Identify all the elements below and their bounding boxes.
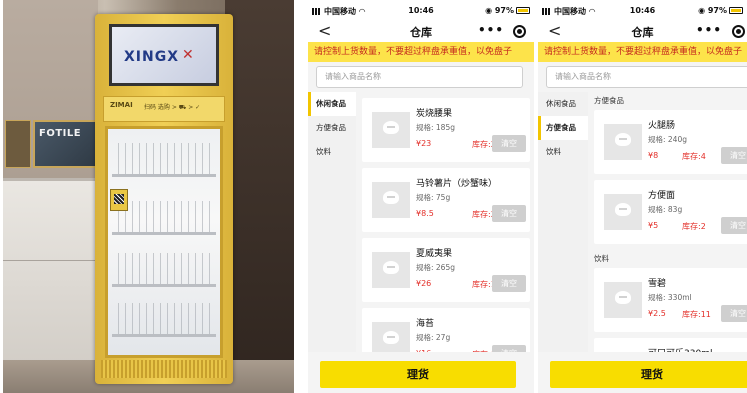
product-name: 火腿肠 [648, 121, 676, 131]
product-image-placeholder-icon [372, 252, 410, 288]
clear-button[interactable]: 清空 [721, 217, 747, 234]
phone-screen-convenience: 中国移动 ◠ 10:46 ◉ 97% < 仓库 ••• 请控制上货数量，不要超过秤… [538, 0, 747, 393]
product-card: 雪碧 规格: 330ml ¥2.5 库存:11 清空 [594, 268, 747, 332]
product-spec: 规格: 185g [416, 123, 455, 132]
fridge-band: ZIMAI 扫码 选购 > ⛟ > ✓ [103, 96, 225, 122]
category-sidebar: 休闲食品 方便食品 饮料 [308, 92, 356, 393]
product-name: 方便面 [648, 191, 676, 201]
category-sidebar: 休闲食品 方便食品 饮料 [538, 92, 588, 393]
close-target-icon[interactable] [732, 25, 745, 38]
product-name: 夏威夷果 [416, 249, 453, 259]
smart-fridge: XINGX ✕ ZIMAI 扫码 选购 > ⛟ > ✓ [95, 14, 233, 384]
product-spec: 规格: 83g [648, 205, 683, 214]
product-name: 炭烧腰果 [416, 109, 453, 119]
notice-banner: 请控制上货数量，不要超过秤盘承重值，以免盘子 [538, 42, 747, 62]
notice-banner: 请控制上货数量，不要超过秤盘承重值，以免盘子 [308, 42, 534, 62]
product-card: 火腿肠 规格: 240g ¥8 库存:4 清空 [594, 110, 747, 174]
product-image-placeholder-icon [372, 112, 410, 148]
clear-button[interactable]: 清空 [492, 275, 526, 292]
status-right: ◉ 97% [485, 6, 530, 15]
search-input[interactable]: 请输入商品名称 [546, 66, 747, 88]
nav-bar: < 仓库 ••• [538, 22, 747, 42]
product-price: ¥5 [648, 221, 659, 230]
product-image-placeholder-icon [372, 182, 410, 218]
phone-screen-snacks: 中国移动 ◠ 10:46 ◉ 97% < 仓库 ••• 请控制上货数量，不要超过秤… [308, 0, 534, 393]
section-title: 饮料 [594, 254, 609, 263]
product-price: ¥8.5 [416, 209, 434, 218]
qr-code-sticker [110, 189, 128, 211]
more-menu-button[interactable]: ••• [478, 23, 504, 37]
fridge-shelf [112, 143, 216, 177]
sidebar-item-drinks[interactable]: 饮料 [308, 140, 356, 164]
product-spec: 规格: 330ml [648, 293, 692, 302]
sidebar-item-convenience-food[interactable]: 方便食品 [308, 116, 356, 140]
fridge-screen: XINGX ✕ [109, 24, 219, 86]
close-target-icon[interactable] [513, 25, 526, 38]
product-name: 海苔 [416, 319, 435, 329]
tidy-stock-button[interactable]: 理货 [550, 361, 747, 388]
stage: FOTILE XINGX ✕ ZIMAI 扫码 选购 > ⛟ > ✓ 中国移动 … [0, 0, 747, 393]
nav-bar: < 仓库 ••• [308, 22, 534, 42]
tidy-stock-button[interactable]: 理货 [320, 361, 516, 388]
photo-counter-line [3, 260, 98, 261]
sidebar-item-drinks[interactable]: 饮料 [538, 140, 588, 164]
product-list: 炭烧腰果 规格: 185g ¥23 库存:2 清空 马铃薯片（炒蟹味） 规格: … [358, 92, 534, 393]
product-price: ¥26 [416, 279, 432, 288]
product-card: 炭烧腰果 规格: 185g ¥23 库存:2 清空 [362, 98, 530, 162]
product-stock: 库存:4 [682, 152, 706, 161]
product-price: ¥8 [648, 151, 659, 160]
plaque-text: FOTILE [39, 128, 82, 139]
battery-icon [516, 7, 530, 14]
clear-button[interactable]: 清空 [492, 135, 526, 152]
band-brand: ZIMAI [110, 101, 133, 109]
status-right: ◉ 97% [698, 6, 743, 15]
more-menu-button[interactable]: ••• [696, 23, 722, 37]
sidebar-item-convenience-food[interactable]: 方便食品 [538, 116, 588, 140]
fridge-base-vent [101, 360, 227, 378]
photo-door [225, 0, 294, 393]
product-price: ¥23 [416, 139, 432, 148]
search-input[interactable]: 请输入商品名称 [316, 66, 523, 88]
product-image-placeholder-icon [604, 194, 642, 230]
fridge-shelf [112, 253, 216, 287]
band-steps: 扫码 选购 > ⛟ > ✓ [144, 104, 201, 111]
lock-icon: ◉ [698, 6, 708, 15]
product-name: 雪碧 [648, 279, 667, 289]
product-spec: 规格: 27g [416, 333, 451, 342]
product-price: ¥2.5 [648, 309, 666, 318]
photo-plaque-small [5, 120, 31, 168]
status-bar: 中国移动 ◠ 10:46 ◉ 97% [308, 0, 534, 22]
fridge-shelf [112, 303, 216, 337]
product-list: 方便食品 火腿肠 规格: 240g ¥8 库存:4 清空 方便面 规格: 83g… [590, 92, 747, 393]
product-card: 夏威夷果 规格: 265g ¥26 库存:1 清空 [362, 238, 530, 302]
product-card: 方便面 规格: 83g ¥5 库存:2 清空 [594, 180, 747, 244]
clear-button[interactable]: 清空 [721, 147, 747, 164]
product-spec: 规格: 240g [648, 135, 687, 144]
fridge-door [105, 126, 223, 358]
photo-plaque: FOTILE [33, 120, 97, 168]
clear-button[interactable]: 清空 [721, 305, 747, 322]
product-image-placeholder-icon [604, 282, 642, 318]
lock-icon: ◉ [485, 6, 495, 15]
product-spec: 规格: 75g [416, 193, 451, 202]
screen-logo: XINGX [124, 49, 180, 65]
product-card: 马铃薯片（炒蟹味） 规格: 75g ¥8.5 库存:2 清空 [362, 168, 530, 232]
battery-icon [729, 7, 743, 14]
section-title: 方便食品 [594, 96, 624, 105]
product-spec: 规格: 265g [416, 263, 455, 272]
sidebar-item-snacks[interactable]: 休闲食品 [308, 92, 356, 116]
status-bar: 中国移动 ◠ 10:46 ◉ 97% [538, 0, 747, 22]
screen-logo-mark: ✕ [182, 47, 194, 63]
product-stock: 库存:2 [682, 222, 706, 231]
product-name: 马铃薯片（炒蟹味） [416, 179, 498, 189]
product-image-placeholder-icon [604, 124, 642, 160]
product-stock: 库存:11 [682, 310, 711, 319]
clear-button[interactable]: 清空 [492, 205, 526, 222]
sidebar-item-snacks[interactable]: 休闲食品 [538, 92, 588, 116]
fridge-photo: FOTILE XINGX ✕ ZIMAI 扫码 选购 > ⛟ > ✓ [3, 0, 294, 393]
